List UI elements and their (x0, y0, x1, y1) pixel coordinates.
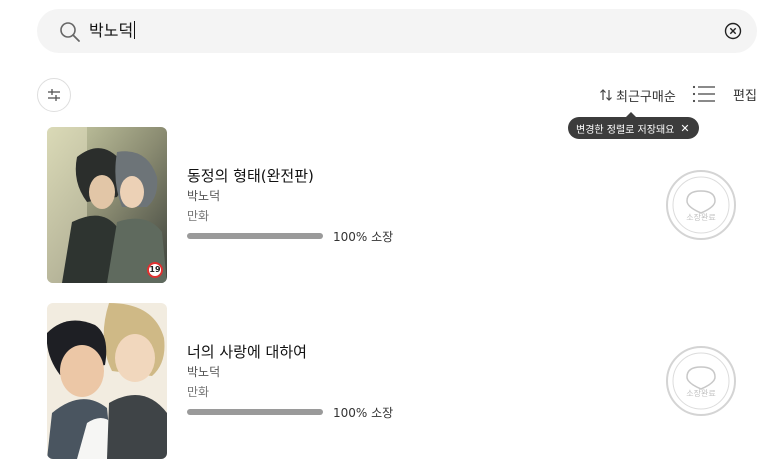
progress-bar (187, 233, 323, 239)
book-cover[interactable] (47, 303, 167, 459)
progress-bar (187, 409, 323, 415)
book-genre: 만화 (187, 385, 210, 399)
search-bar[interactable]: 박노덕 (37, 9, 757, 53)
sort-label: 최근구매순 (616, 89, 676, 105)
search-icon (60, 22, 80, 42)
book-author: 박노덕 (187, 189, 221, 203)
progress-fill (187, 233, 323, 239)
stamp-icon: 소장완료 (666, 170, 736, 240)
stamp-label: 소장완료 (686, 388, 715, 398)
age-rating-badge: 19 (147, 262, 163, 278)
book-genre: 만화 (187, 209, 210, 223)
search-input[interactable]: 박노덕 (89, 20, 136, 42)
sort-button[interactable]: 최근구매순 (599, 85, 676, 105)
filter-button[interactable] (37, 78, 71, 112)
list-item[interactable]: 너의 사랑에 대하여 박노덕 만화 100% 소장 소장완료 (0, 303, 777, 463)
list-view-icon[interactable] (692, 84, 716, 104)
edit-button[interactable]: 편집 (733, 85, 757, 104)
filter-icon (48, 89, 60, 101)
book-title[interactable]: 동정의 형태(완전판) (187, 165, 314, 186)
stamp-icon: 소장완료 (666, 346, 736, 416)
clear-icon[interactable] (723, 21, 743, 41)
book-author: 박노덕 (187, 365, 221, 379)
progress-fill (187, 409, 323, 415)
book-cover[interactable]: 19 (47, 127, 167, 283)
progress-label: 100% 소장 (333, 406, 394, 420)
stamp-label: 소장완료 (686, 212, 715, 222)
sort-icon (600, 89, 612, 101)
list-item[interactable]: 19 동정의 형태(완전판) 박노덕 만화 100% 소장 소장완료 (0, 127, 777, 287)
progress-label: 100% 소장 (333, 230, 394, 244)
book-title[interactable]: 너의 사랑에 대하여 (187, 341, 307, 362)
